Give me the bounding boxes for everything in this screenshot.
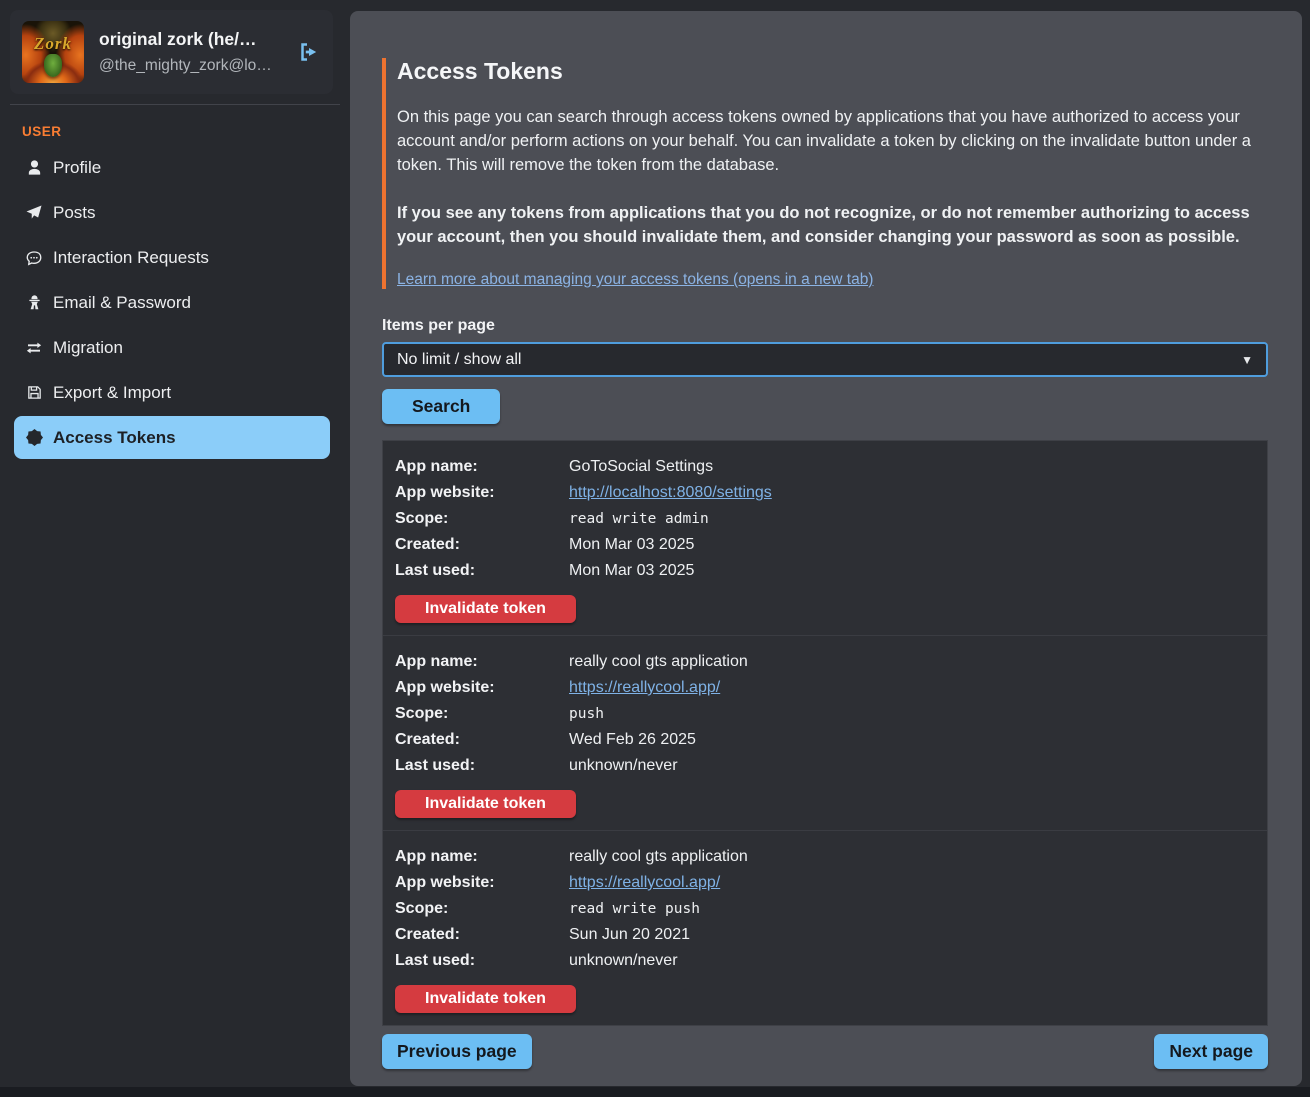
avatar-art-creature [44, 54, 62, 77]
user-handle: @the_mighty_zork@lo… [99, 57, 277, 75]
previous-page-button[interactable]: Previous page [382, 1034, 532, 1069]
token-fields: App name: GoToSocial Settings App websit… [395, 454, 1255, 584]
items-per-page-value: No limit / show all [397, 351, 521, 369]
created-value: Wed Feb 26 2025 [569, 731, 1255, 749]
scope-value: read write admin [569, 511, 1255, 527]
sidebar-item-label: Posts [53, 203, 96, 223]
sidebar-item-label: Profile [53, 158, 101, 178]
sidebar-item-label: Email & Password [53, 293, 191, 313]
scope-value: read write push [569, 901, 1255, 917]
user-card[interactable]: Zork original zork (he/… @the_mighty_zor… [10, 10, 333, 94]
floppy-disk-icon [24, 383, 44, 403]
app-name-value: GoToSocial Settings [569, 458, 1255, 476]
avatar: Zork [22, 21, 84, 83]
last-used-value: unknown/never [569, 952, 1255, 970]
token-entry: App name: GoToSocial Settings App websit… [383, 441, 1267, 636]
comment-dots-icon [24, 248, 44, 268]
user-meta: original zork (he/… @the_mighty_zork@lo… [99, 29, 277, 75]
page-title: Access Tokens [397, 58, 1268, 85]
next-page-button[interactable]: Next page [1154, 1034, 1268, 1069]
display-name: original zork (he/… [99, 29, 277, 50]
token-fields: App name: really cool gts application Ap… [395, 649, 1255, 779]
user-secret-icon [24, 293, 44, 313]
paper-plane-icon [24, 203, 44, 223]
created-value: Mon Mar 03 2025 [569, 536, 1255, 554]
items-per-page-select[interactable]: No limit / show all ▼ [382, 342, 1268, 377]
last-used-label: Last used: [395, 757, 569, 775]
app-website-link[interactable]: https://reallycool.app/ [569, 874, 720, 891]
token-fields: App name: really cool gts application Ap… [395, 844, 1255, 974]
scope-label: Scope: [395, 510, 569, 528]
sidebar-item-label: Export & Import [53, 383, 171, 403]
app-name-value: really cool gts application [569, 848, 1255, 866]
sidebar-item-export-import[interactable]: Export & Import [14, 370, 330, 415]
app-name-value: really cool gts application [569, 653, 1255, 671]
sidebar-item-label: Access Tokens [53, 428, 176, 448]
sidebar-item-label: Migration [53, 338, 123, 358]
sidebar-item-access-tokens[interactable]: Access Tokens [14, 416, 330, 459]
learn-more-link[interactable]: Learn more about managing your access to… [397, 271, 873, 288]
pagination: Previous page Next page [382, 1034, 1268, 1069]
page-header: Access Tokens On this page you can searc… [382, 58, 1268, 289]
scope-value: push [569, 706, 1255, 722]
token-list: App name: GoToSocial Settings App websit… [382, 440, 1268, 1026]
app-name-label: App name: [395, 458, 569, 476]
app-website-link[interactable]: http://localhost:8080/settings [569, 484, 772, 501]
sidebar-item-posts[interactable]: Posts [14, 190, 330, 235]
app-website-label: App website: [395, 874, 569, 892]
search-form: Items per page No limit / show all ▼ Sea… [382, 317, 1268, 424]
last-used-label: Last used: [395, 952, 569, 970]
intro-text: On this page you can search through acce… [397, 105, 1268, 177]
exchange-arrows-icon [24, 338, 44, 358]
invalidate-token-button[interactable]: Invalidate token [395, 595, 576, 623]
invalidate-token-button[interactable]: Invalidate token [395, 985, 576, 1013]
sidebar-divider [10, 104, 340, 105]
avatar-art-text: Zork [22, 34, 84, 54]
last-used-value: Mon Mar 03 2025 [569, 562, 1255, 580]
created-label: Created: [395, 536, 569, 554]
created-label: Created: [395, 731, 569, 749]
certificate-seal-icon [24, 428, 44, 448]
last-used-value: unknown/never [569, 757, 1255, 775]
token-entry: App name: really cool gts application Ap… [383, 831, 1267, 1025]
app-website-label: App website: [395, 484, 569, 502]
scope-label: Scope: [395, 705, 569, 723]
scope-label: Scope: [395, 900, 569, 918]
sidebar-item-migration[interactable]: Migration [14, 325, 330, 370]
sidebar-item-label: Interaction Requests [53, 248, 209, 268]
app-website-label: App website: [395, 679, 569, 697]
sidebar: Zork original zork (he/… @the_mighty_zor… [0, 0, 350, 1087]
sidebar-item-profile[interactable]: Profile [14, 145, 330, 190]
user-icon [24, 158, 44, 178]
sidebar-item-interaction-requests[interactable]: Interaction Requests [14, 235, 330, 280]
app-name-label: App name: [395, 848, 569, 866]
search-button[interactable]: Search [382, 389, 500, 424]
app-website-link[interactable]: https://reallycool.app/ [569, 679, 720, 696]
warning-text: If you see any tokens from applications … [397, 201, 1268, 249]
sidebar-item-email-password[interactable]: Email & Password [14, 280, 330, 325]
last-used-label: Last used: [395, 562, 569, 580]
created-label: Created: [395, 926, 569, 944]
sidebar-nav: Profile Posts [10, 145, 340, 459]
invalidate-token-button[interactable]: Invalidate token [395, 790, 576, 818]
created-value: Sun Jun 20 2021 [569, 926, 1255, 944]
sidebar-section-label: USER [22, 124, 340, 139]
app-root: Zork original zork (he/… @the_mighty_zor… [0, 0, 1310, 1087]
main-panel: Access Tokens On this page you can searc… [350, 11, 1302, 1086]
chevron-down-icon: ▼ [1241, 353, 1253, 367]
items-per-page-label: Items per page [382, 317, 1268, 335]
logout-icon[interactable] [297, 40, 321, 64]
app-name-label: App name: [395, 653, 569, 671]
token-entry: App name: really cool gts application Ap… [383, 636, 1267, 831]
